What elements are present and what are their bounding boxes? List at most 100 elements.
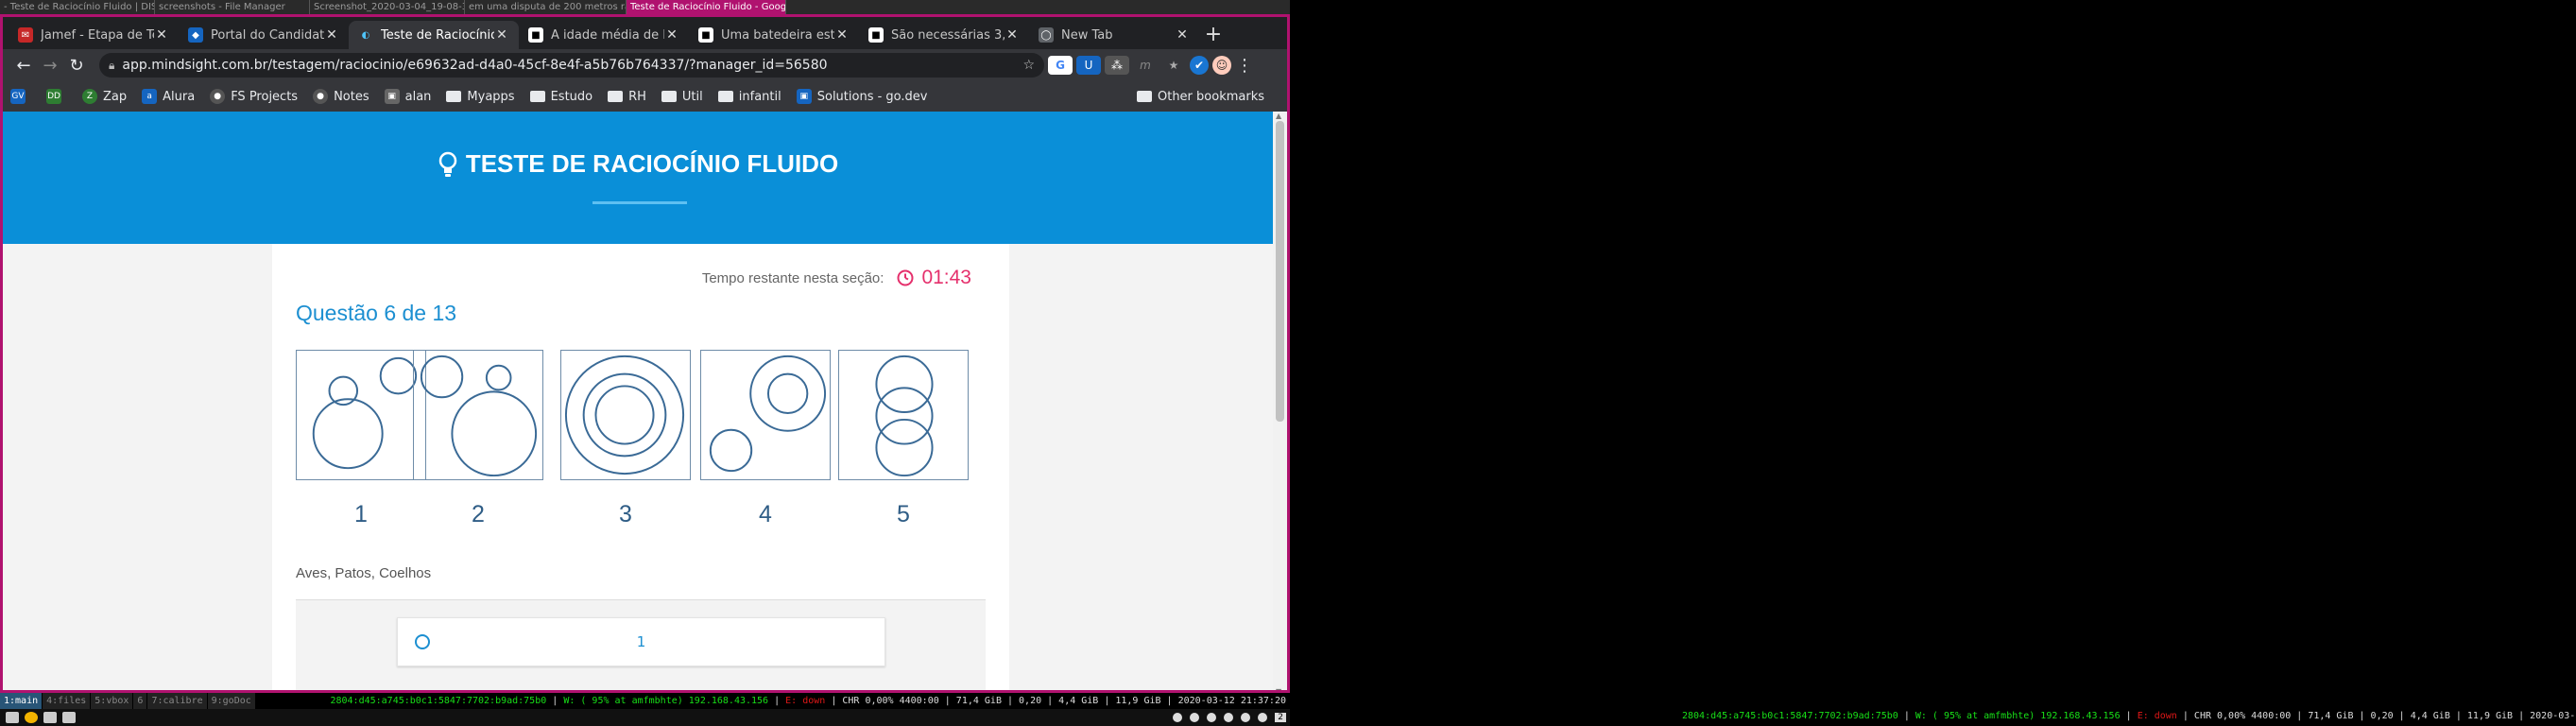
close-tab-icon[interactable]: ✕ xyxy=(494,27,509,43)
notification-icon[interactable] xyxy=(1173,713,1183,722)
window-title[interactable]: em uma disputa de 200 metros rasos entre… xyxy=(465,0,627,14)
question-hint: Aves, Patos, Coelhos xyxy=(296,565,432,581)
tab-favicon-icon: ■ xyxy=(528,27,543,43)
browser-tab-active[interactable]: ◐ Teste de Raciocínio ✕ xyxy=(349,21,519,49)
bookmark-item[interactable]: ▣ Solutions - go.dev xyxy=(796,89,928,104)
power-icon[interactable] xyxy=(1258,713,1268,722)
workspace-button[interactable]: 6 xyxy=(133,693,147,709)
window-title[interactable]: screenshots - File Manager xyxy=(155,0,310,14)
bookmark-item[interactable]: DD xyxy=(46,89,67,104)
bookmark-item[interactable]: Z Zap xyxy=(82,89,127,104)
workspace-button[interactable]: 7:calibre xyxy=(147,693,207,709)
answer-option[interactable]: 1 xyxy=(397,617,885,666)
google-extension-icon[interactable]: G xyxy=(1048,56,1073,75)
close-tab-icon[interactable]: ✕ xyxy=(834,27,850,43)
bookmark-folder[interactable]: Util xyxy=(661,90,703,104)
tray-counter: 2 xyxy=(1275,713,1286,722)
page-scrollbar[interactable]: ▲ ▼ xyxy=(1273,112,1287,690)
volume-icon[interactable] xyxy=(1207,713,1217,722)
status-eth: E: down xyxy=(2137,711,2177,721)
browser-tab[interactable]: ■ Uma batedeira está ✕ xyxy=(689,21,859,49)
bookmark-item[interactable]: ● Notes xyxy=(313,89,369,104)
address-bar[interactable]: 🔒︎ app.mindsight.com.br/testagem/racioci… xyxy=(99,53,1044,78)
window-title-active[interactable]: Teste de Raciocínio Fluido - Google Chro… xyxy=(627,0,786,14)
tab-favicon-icon: ◯ xyxy=(1039,27,1054,43)
bookmark-label: Myapps xyxy=(467,89,515,104)
window-title-bar: - Teste de Raciocínio Fluido | DISCUTIND… xyxy=(0,0,1290,14)
bookmark-item[interactable]: a Alura xyxy=(142,89,195,104)
tab-favicon-icon: ◆ xyxy=(188,27,203,43)
status-line-secondary: 2804:d45:a745:b0c1:5847:7702:b9ad:75b0 |… xyxy=(1682,711,2576,721)
m-extension-icon[interactable]: m xyxy=(1133,56,1158,75)
bookmark-folder[interactable]: RH xyxy=(608,90,646,104)
radio-button[interactable] xyxy=(415,634,430,649)
figure-option-3 xyxy=(560,350,691,480)
tab-title: Portal do Candidato xyxy=(211,27,324,43)
tray: 2 xyxy=(1165,713,1286,722)
star-extension-icon[interactable]: ★ xyxy=(1161,56,1186,75)
bookmark-item[interactable]: ▣ alan xyxy=(384,89,431,104)
browser-tab[interactable]: ■ A idade média de P ✕ xyxy=(519,21,689,49)
status-ip: 2804:d45:a745:b0c1:5847:7702:b9ad:75b0 xyxy=(330,696,547,706)
scrollbar-thumb[interactable] xyxy=(1276,121,1284,422)
puzzle-extension-icon[interactable]: ⁂ xyxy=(1105,56,1129,75)
close-tab-icon[interactable]: ✕ xyxy=(154,27,169,43)
bookmark-item[interactable]: ● FS Projects xyxy=(210,89,298,104)
back-arrow-icon[interactable]: ← xyxy=(10,56,37,76)
workspace-button[interactable]: 4:files xyxy=(43,693,91,709)
battery-icon[interactable] xyxy=(1190,713,1200,722)
browser-tab[interactable]: ✉ Jamef - Etapa de Te ✕ xyxy=(9,21,179,49)
other-bookmarks-folder[interactable]: Other bookmarks xyxy=(1136,90,1264,104)
new-tab-button[interactable]: + xyxy=(1199,21,1228,49)
close-tab-icon[interactable]: ✕ xyxy=(664,27,679,43)
tab-title: New Tab xyxy=(1061,27,1113,43)
go-dev-icon: ▣ xyxy=(796,89,812,104)
workspace-button[interactable]: 9:goDoc xyxy=(207,693,255,709)
question-card: Tempo restante nesta seção: 01:43 Questã… xyxy=(272,244,1009,690)
browser-tab[interactable]: ■ São necessárias 3,2 ✕ xyxy=(859,21,1029,49)
bookmark-label: infantil xyxy=(738,89,781,104)
shield-extension-icon[interactable]: U xyxy=(1076,56,1101,75)
settings-icon[interactable] xyxy=(1224,713,1234,722)
bookmark-star-icon[interactable]: ☆ xyxy=(1022,58,1035,73)
bird-extension-icon[interactable]: ✔ xyxy=(1190,56,1209,75)
close-tab-icon[interactable]: ✕ xyxy=(324,27,339,43)
browser-tab[interactable]: ◆ Portal do Candidato ✕ xyxy=(179,21,349,49)
workspace-button[interactable]: 5:vbox xyxy=(91,693,133,709)
bookmark-folder[interactable]: Estudo xyxy=(529,90,592,104)
figure-option-2 xyxy=(413,350,543,480)
menu-icon[interactable]: ⋮ xyxy=(1231,56,1258,76)
browser-tab[interactable]: ◯ New Tab ✕ xyxy=(1029,21,1199,49)
answer-list: 1 xyxy=(296,599,986,690)
bookmark-folder[interactable]: Myapps xyxy=(446,89,515,104)
page-viewport: TESTE DE RACIOCÍNIO FLUIDO Tempo restant… xyxy=(3,112,1273,690)
window-title[interactable]: Screenshot_2020-03-04_19-08-38.png - 272… xyxy=(310,0,465,14)
forward-arrow-icon[interactable]: → xyxy=(37,56,63,76)
workspace-button[interactable]: 1:main xyxy=(0,693,43,709)
folder-icon xyxy=(661,91,677,102)
alura-icon: a xyxy=(142,89,158,104)
page-icon: ▣ xyxy=(384,89,400,104)
url-text: app.mindsight.com.br/testagem/raciocinio… xyxy=(122,58,828,73)
scroll-up-icon[interactable]: ▲ xyxy=(1276,112,1281,120)
browser-toolbar: ← → ↻ 🔒︎ app.mindsight.com.br/testagem/r… xyxy=(3,49,1287,81)
clock-icon xyxy=(897,269,914,286)
app-icon[interactable] xyxy=(6,712,19,723)
tab-title: São necessárias 3,2 xyxy=(891,27,1005,43)
tab-title: A idade média de P xyxy=(551,27,664,43)
network-icon[interactable] xyxy=(1241,713,1251,722)
bookmark-item[interactable]: GV xyxy=(10,89,31,104)
bookmark-label: Solutions - go.dev xyxy=(816,89,928,104)
reload-icon[interactable]: ↻ xyxy=(63,56,90,76)
tab-title: Uma batedeira está xyxy=(721,27,834,43)
window-title[interactable]: - Teste de Raciocínio Fluido | DISCUTIND… xyxy=(0,0,155,14)
close-tab-icon[interactable]: ✕ xyxy=(1175,27,1190,43)
folder-icon[interactable] xyxy=(62,712,76,723)
avatar[interactable]: ☺ xyxy=(1212,56,1231,75)
chrome-icon[interactable] xyxy=(25,712,38,723)
status-wifi: W: ( 95% at amfmbhte) 192.168.43.156 xyxy=(1915,711,2121,721)
terminal-icon[interactable] xyxy=(43,712,57,723)
figure-number: 2 xyxy=(472,501,485,527)
bookmark-folder[interactable]: infantil xyxy=(717,89,781,104)
close-tab-icon[interactable]: ✕ xyxy=(1005,27,1020,43)
